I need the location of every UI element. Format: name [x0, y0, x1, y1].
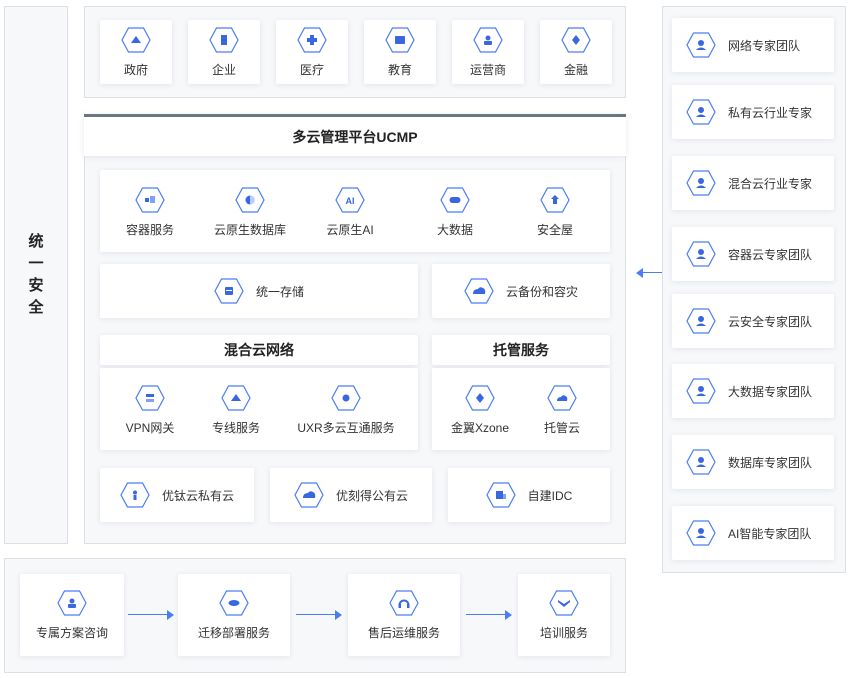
- hosting-title: 托管服务: [432, 335, 610, 365]
- database-icon: [235, 186, 265, 213]
- industry-card-enterprise[interactable]: 企业: [188, 20, 260, 84]
- industry-card-medical[interactable]: 医疗: [276, 20, 348, 84]
- industry-card-carrier[interactable]: 运营商: [452, 20, 524, 84]
- hosting-hosted-cloud[interactable]: 托管云: [524, 378, 600, 442]
- svg-text:AI: AI: [346, 196, 355, 206]
- expert-bigdata[interactable]: 大数据专家团队: [672, 364, 834, 418]
- flow-training[interactable]: 培训服务: [518, 574, 610, 656]
- expert-ai[interactable]: AI智能专家团队: [672, 506, 834, 560]
- security-house-icon: [540, 186, 570, 213]
- service-ai[interactable]: AI 云原生AI: [310, 180, 390, 244]
- industry-card-government[interactable]: 政府: [100, 20, 172, 84]
- service-database[interactable]: 云原生数据库: [200, 180, 300, 244]
- flow-arrow-3: [466, 610, 512, 620]
- cloud-public[interactable]: 优刻得公有云: [270, 468, 432, 522]
- xzone-icon: [465, 384, 495, 411]
- service-security-house[interactable]: 安全屋: [515, 180, 595, 244]
- dedicated-line-icon: [221, 384, 251, 411]
- vpn-icon: [135, 384, 165, 411]
- expert-database[interactable]: 数据库专家团队: [672, 435, 834, 489]
- backup-icon: [464, 278, 494, 304]
- expert-avatar-icon: [686, 308, 716, 334]
- public-cloud-icon: [294, 482, 324, 508]
- medical-icon: [297, 26, 327, 53]
- support-icon: [389, 589, 419, 616]
- expert-cloud-security[interactable]: 云安全专家团队: [672, 294, 834, 348]
- expert-network[interactable]: 网络专家团队: [672, 18, 834, 72]
- service-bigdata[interactable]: 大数据: [415, 180, 495, 244]
- storage-card[interactable]: 统一存储: [100, 264, 418, 318]
- expert-avatar-icon: [686, 32, 716, 58]
- carrier-icon: [473, 26, 503, 53]
- network-title: 混合云网络: [100, 335, 418, 365]
- hosted-cloud-icon: [547, 384, 577, 411]
- backup-card[interactable]: 云备份和容灾: [432, 264, 610, 318]
- security-panel: 统 一 安 全: [4, 6, 68, 544]
- migration-icon: [219, 589, 249, 616]
- security-label: 统 一 安 全: [28, 233, 44, 316]
- experts-to-platform-arrow: [636, 268, 662, 278]
- finance-icon: [561, 26, 591, 53]
- expert-avatar-icon: [686, 378, 716, 404]
- container-icon: [135, 186, 165, 213]
- network-dedicated-line[interactable]: 专线服务: [198, 378, 274, 442]
- idc-icon: [485, 482, 516, 508]
- flow-consult[interactable]: 专属方案咨询: [20, 574, 124, 656]
- bigdata-icon: [440, 186, 470, 213]
- expert-container-cloud[interactable]: 容器云专家团队: [672, 227, 834, 281]
- private-cloud-icon: [120, 482, 150, 508]
- service-container[interactable]: 容器服务: [110, 180, 190, 244]
- expert-avatar-icon: [686, 241, 716, 267]
- flow-support[interactable]: 售后运维服务: [348, 574, 460, 656]
- education-icon: [385, 26, 415, 53]
- expert-avatar-icon: [686, 170, 716, 196]
- government-icon: [121, 26, 151, 53]
- flow-arrow-2: [296, 610, 342, 620]
- cloud-idc[interactable]: 自建IDC: [448, 468, 610, 522]
- expert-hybrid-cloud[interactable]: 混合云行业专家: [672, 156, 834, 210]
- flow-arrow-1: [128, 610, 174, 620]
- training-icon: [549, 589, 579, 616]
- industry-card-education[interactable]: 教育: [364, 20, 436, 84]
- network-interconnect[interactable]: UXR多云互通服务: [284, 378, 408, 442]
- cloud-private[interactable]: 优钛云私有云: [100, 468, 254, 522]
- expert-avatar-icon: [686, 449, 716, 475]
- storage-icon: [214, 278, 244, 304]
- interconnect-icon: [331, 384, 361, 411]
- hosting-xzone[interactable]: 金翼Xzone: [442, 378, 518, 442]
- expert-private-cloud[interactable]: 私有云行业专家: [672, 85, 834, 139]
- network-vpn[interactable]: VPN网关: [112, 378, 188, 442]
- expert-avatar-icon: [686, 99, 716, 125]
- flow-migration[interactable]: 迁移部署服务: [178, 574, 290, 656]
- enterprise-icon: [209, 26, 239, 53]
- ai-icon: AI: [335, 186, 365, 213]
- expert-avatar-icon: [686, 520, 716, 546]
- industry-card-finance[interactable]: 金融: [540, 20, 612, 84]
- consult-icon: [57, 589, 87, 616]
- platform-title: 多云管理平台UCMP: [84, 114, 626, 156]
